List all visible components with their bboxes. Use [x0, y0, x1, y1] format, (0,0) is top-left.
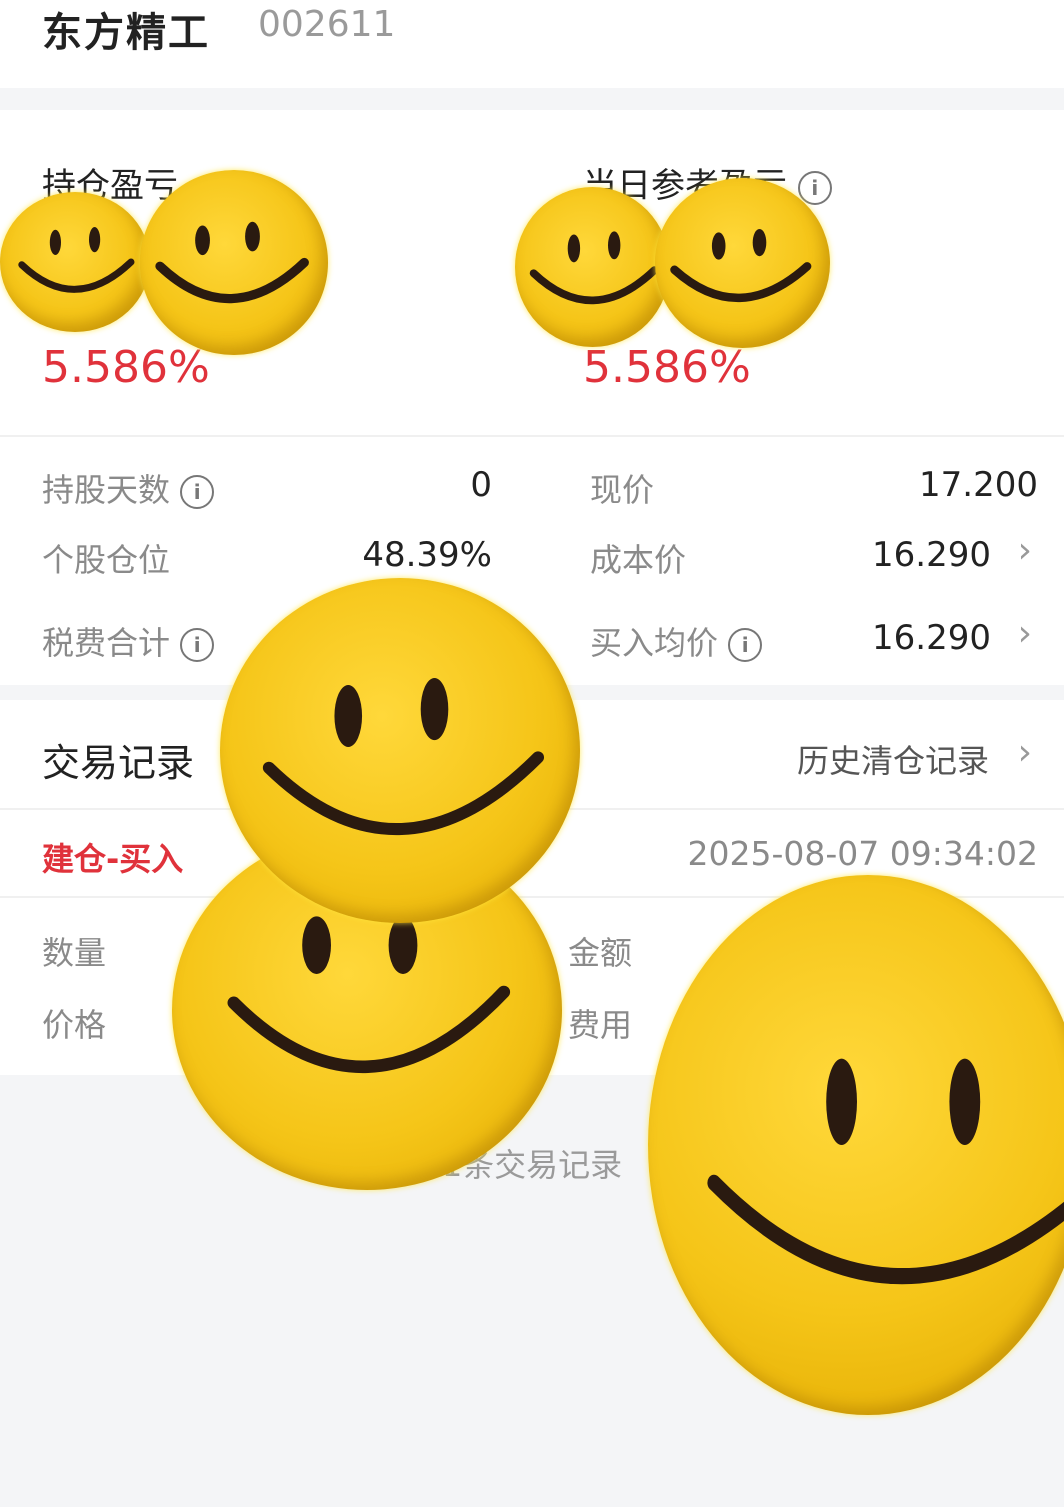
stock-name: 东方精工 [42, 10, 210, 56]
daily-profit-pct: 5.586% [583, 342, 751, 393]
fee-total-label: 税费合计 i [42, 618, 215, 664]
smiley-face-icon [648, 875, 1064, 1415]
history-clearance-link[interactable]: 历史清仓记录 [797, 736, 989, 782]
divider [0, 435, 1064, 437]
price-label: 价格 [42, 1006, 107, 1044]
avg-buy-price-value[interactable]: 16.290 [872, 618, 991, 658]
info-icon[interactable]: i [180, 475, 215, 509]
smiley-face-icon [655, 178, 830, 348]
cost-price-value[interactable]: 16.290 [872, 535, 991, 575]
smiley-face-icon [140, 170, 328, 355]
trade-records-title: 交易记录 [42, 741, 195, 785]
position-ratio-label: 个股仓位 [42, 541, 171, 579]
trade-type: 建仓-买入 [42, 840, 184, 878]
quantity-label: 数量 [42, 934, 107, 972]
info-icon[interactable]: i [728, 628, 763, 662]
position-ratio-value: 48.39% [362, 535, 492, 575]
holding-days-label: 持股天数 i [42, 465, 215, 511]
info-icon[interactable]: i [180, 628, 215, 662]
trade-time: 2025-08-07 09:34:02 [687, 834, 1038, 873]
current-price-value: 17.200 [919, 465, 1038, 505]
smiley-face-icon [220, 578, 580, 923]
smiley-face-icon [0, 192, 150, 332]
holding-days-value: 0 [470, 465, 492, 505]
amount-label: 金额 [568, 934, 633, 972]
stock-code: 002611 [258, 4, 396, 45]
chevron-right-icon[interactable]: › [1018, 732, 1032, 773]
smiley-face-icon [515, 187, 670, 347]
current-price-label: 现价 [590, 471, 655, 509]
stock-header: 东方精工 002611 [0, 0, 1064, 88]
chevron-right-icon[interactable]: › [1018, 613, 1032, 654]
cost-price-label: 成本价 [590, 541, 687, 579]
fee-label: 费用 [568, 1006, 633, 1044]
chevron-right-icon[interactable]: › [1018, 530, 1032, 571]
avg-buy-price-label: 买入均价 i [590, 618, 763, 664]
